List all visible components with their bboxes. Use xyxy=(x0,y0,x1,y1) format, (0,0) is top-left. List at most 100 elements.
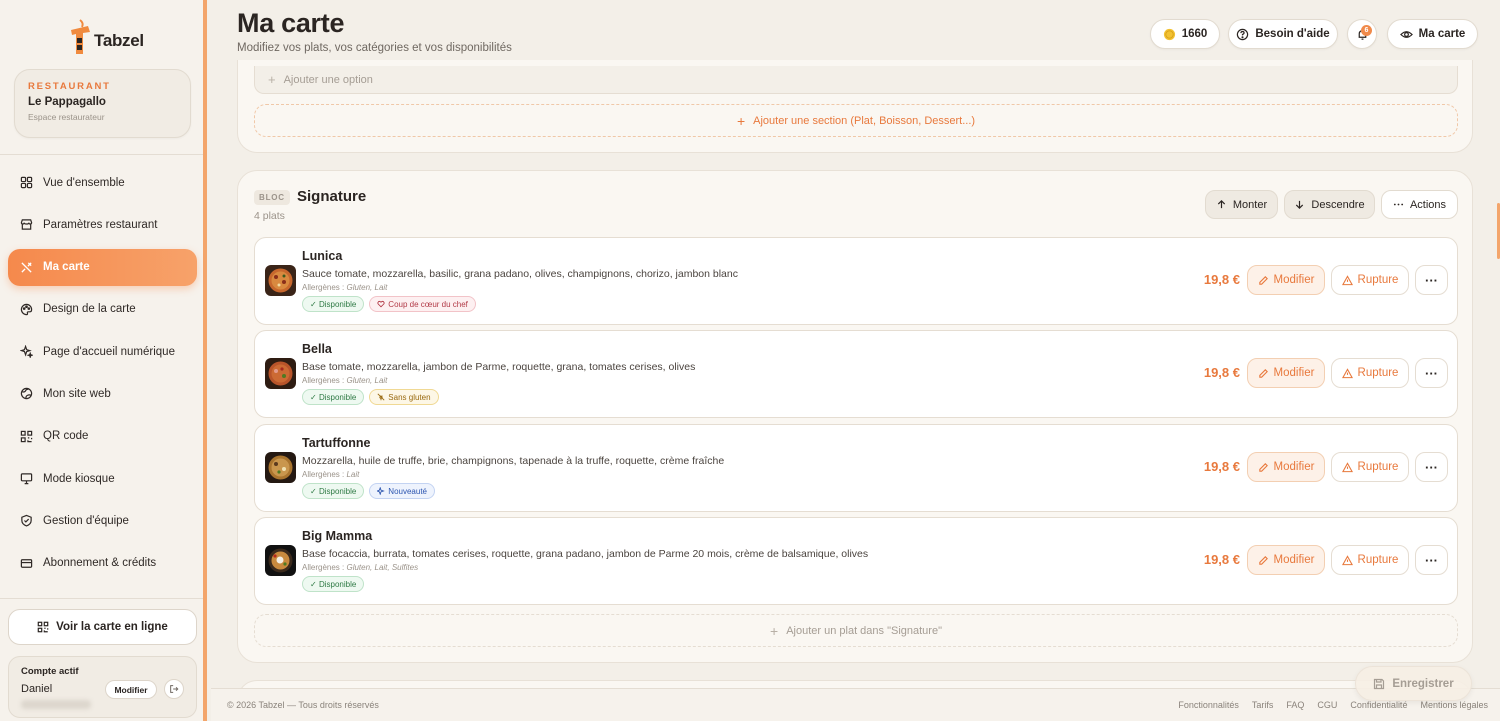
add-dish-button[interactable]: + Ajouter un plat dans "Signature" xyxy=(254,614,1458,647)
footer-link-privacy[interactable]: Confidentialité xyxy=(1350,700,1407,710)
sidebar: Tabzel RESTAURANT Le Pappagallo Espace r… xyxy=(0,0,207,721)
footer-link-features[interactable]: Fonctionnalités xyxy=(1178,700,1239,710)
store-icon xyxy=(20,219,33,231)
previous-block-card: + Ajouter une option + Ajouter une secti… xyxy=(237,60,1473,153)
dish-photo xyxy=(265,265,296,296)
credits-button[interactable]: 1660 xyxy=(1150,19,1220,49)
edit-dish-button[interactable]: Modifier xyxy=(1247,452,1325,482)
dish-description: Base tomate, mozzarella, jambon de Parme… xyxy=(302,361,696,373)
nav-item-homepage[interactable]: Page d'accueil numérique xyxy=(8,333,197,370)
arrow-up-icon xyxy=(1217,199,1226,209)
qr-icon xyxy=(20,430,33,442)
dish-name: Lunica xyxy=(302,249,343,263)
block-actions-button[interactable]: Actions xyxy=(1381,190,1458,219)
nav-item-subscription[interactable]: Abonnement & crédits xyxy=(8,545,197,582)
footer-link-faq[interactable]: FAQ xyxy=(1286,700,1304,710)
account-edit-button[interactable]: Modifier xyxy=(105,680,157,699)
view-menu-button[interactable]: Ma carte xyxy=(1387,19,1478,49)
coin-icon xyxy=(1163,28,1175,40)
dish-tags: ✓ Disponible Sans gluten xyxy=(302,389,439,405)
move-down-button[interactable]: Descendre xyxy=(1284,190,1375,219)
notification-badge: 6 xyxy=(1361,25,1372,36)
dish-tags: ✓ Disponible Coup de cœur du chef xyxy=(302,296,476,312)
dish-row[interactable]: Bella Base tomate, mozzarella, jambon de… xyxy=(254,330,1458,418)
pencil-icon xyxy=(1258,275,1268,285)
credits-count: 1660 xyxy=(1181,28,1208,40)
divider xyxy=(0,154,203,155)
out-of-stock-button[interactable]: Rupture xyxy=(1331,358,1409,388)
sparkle-icon xyxy=(377,487,386,495)
logout-button[interactable] xyxy=(164,679,184,699)
dish-row[interactable]: Tartuffonne Mozzarella, huile de truffe,… xyxy=(254,424,1458,512)
status-badge-available: ✓ Disponible xyxy=(302,389,365,405)
nav-item-team[interactable]: Gestion d'équipe xyxy=(8,502,197,539)
notifications-button[interactable]: 6 xyxy=(1347,19,1377,49)
brand-logo[interactable]: Tabzel xyxy=(66,16,146,58)
restaurant-name: Le Pappagallo xyxy=(28,96,106,108)
warning-icon xyxy=(1341,554,1353,565)
arrow-down-icon xyxy=(1296,200,1304,210)
dish-description: Sauce tomate, mozzarella, basilic, grana… xyxy=(302,268,738,280)
edit-dish-button[interactable]: Modifier xyxy=(1247,358,1325,388)
footer-link-legal[interactable]: Mentions légales xyxy=(1420,700,1488,710)
help-button[interactable]: Besoin d'aide xyxy=(1228,19,1338,49)
out-of-stock-button[interactable]: Rupture xyxy=(1331,545,1409,575)
grid-icon xyxy=(20,176,33,189)
dish-tags: ✓ Disponible Nouveauté xyxy=(302,483,435,499)
nav-item-settings[interactable]: Paramètres restaurant xyxy=(8,206,197,243)
status-badge-available: ✓ Disponible xyxy=(302,576,365,592)
edit-dish-button[interactable]: Modifier xyxy=(1247,545,1325,575)
warning-icon xyxy=(1341,461,1353,472)
dish-allergens: Allergènes : Gluten, Lait, Sulfites xyxy=(302,563,419,572)
account-card: Compte actif Daniel Modifier xyxy=(8,656,197,718)
footer-links: Fonctionnalités Tarifs FAQ CGU Confident… xyxy=(1178,700,1488,710)
dish-more-button[interactable]: ··· xyxy=(1415,452,1448,482)
nav-label: Design de la carte xyxy=(43,303,136,316)
tag-new: Nouveauté xyxy=(369,483,435,499)
logo-mark-icon xyxy=(71,19,90,54)
edit-dish-button[interactable]: Modifier xyxy=(1247,265,1325,295)
view-menu-label: Ma carte xyxy=(1418,28,1466,40)
more-horizontal-icon: ··· xyxy=(1425,365,1438,381)
move-up-button[interactable]: Monter xyxy=(1205,190,1278,219)
out-of-stock-button[interactable]: Rupture xyxy=(1331,452,1409,482)
nav-item-menu[interactable]: Ma carte xyxy=(8,248,197,286)
dish-row[interactable]: Big Mamma Base focaccia, burrata, tomate… xyxy=(254,517,1458,605)
nav-label: Mode kiosque xyxy=(43,472,115,485)
nav-item-qr[interactable]: QR code xyxy=(8,418,197,455)
view-online-button[interactable]: Voir la carte en ligne xyxy=(8,609,197,645)
nav-label: Mon site web xyxy=(43,387,111,400)
nav-item-website[interactable]: Mon site web xyxy=(8,375,197,412)
footer: © 2026 Tabzel — Tous droits réservés Fon… xyxy=(211,688,1500,721)
logout-icon xyxy=(170,685,179,693)
nav-item-kiosk[interactable]: Mode kiosque xyxy=(8,460,197,497)
out-of-stock-button[interactable]: Rupture xyxy=(1331,265,1409,295)
pencil-icon xyxy=(1258,368,1268,378)
add-dish-label: Ajouter un plat dans "Signature" xyxy=(786,624,942,637)
page-title: Ma carte xyxy=(237,8,345,38)
dish-more-button[interactable]: ··· xyxy=(1415,358,1448,388)
restaurant-label: RESTAURANT xyxy=(28,81,111,92)
card-icon xyxy=(20,558,33,568)
nav-item-overview[interactable]: Vue d'ensemble xyxy=(8,164,197,201)
status-badge-available: ✓ Disponible xyxy=(302,483,365,499)
nav-item-design[interactable]: Design de la carte xyxy=(8,291,197,328)
page-subtitle: Modifiez vos plats, vos catégories et vo… xyxy=(237,42,512,54)
dish-photo xyxy=(265,358,296,389)
footer-link-pricing[interactable]: Tarifs xyxy=(1252,700,1274,710)
palette-icon xyxy=(20,303,33,316)
add-option-button[interactable]: + Ajouter une option xyxy=(254,66,1458,94)
dish-name: Bella xyxy=(302,342,332,356)
dish-more-button[interactable]: ··· xyxy=(1415,545,1448,575)
block-actions-label: Actions xyxy=(1409,198,1447,211)
tag-chef-favorite: Coup de cœur du chef xyxy=(369,296,476,312)
dish-row[interactable]: Lunica Sauce tomate, mozzarella, basilic… xyxy=(254,237,1458,325)
add-section-button[interactable]: + Ajouter une section (Plat, Boisson, De… xyxy=(254,104,1458,137)
nav-label: Gestion d'équipe xyxy=(43,514,129,527)
dish-more-button[interactable]: ··· xyxy=(1415,265,1448,295)
help-icon xyxy=(1237,28,1249,40)
status-badge-available: ✓ Disponible xyxy=(302,296,365,312)
move-up-label: Monter xyxy=(1232,198,1268,211)
footer-link-terms[interactable]: CGU xyxy=(1317,700,1337,710)
save-button[interactable]: Enregistrer xyxy=(1355,666,1472,701)
